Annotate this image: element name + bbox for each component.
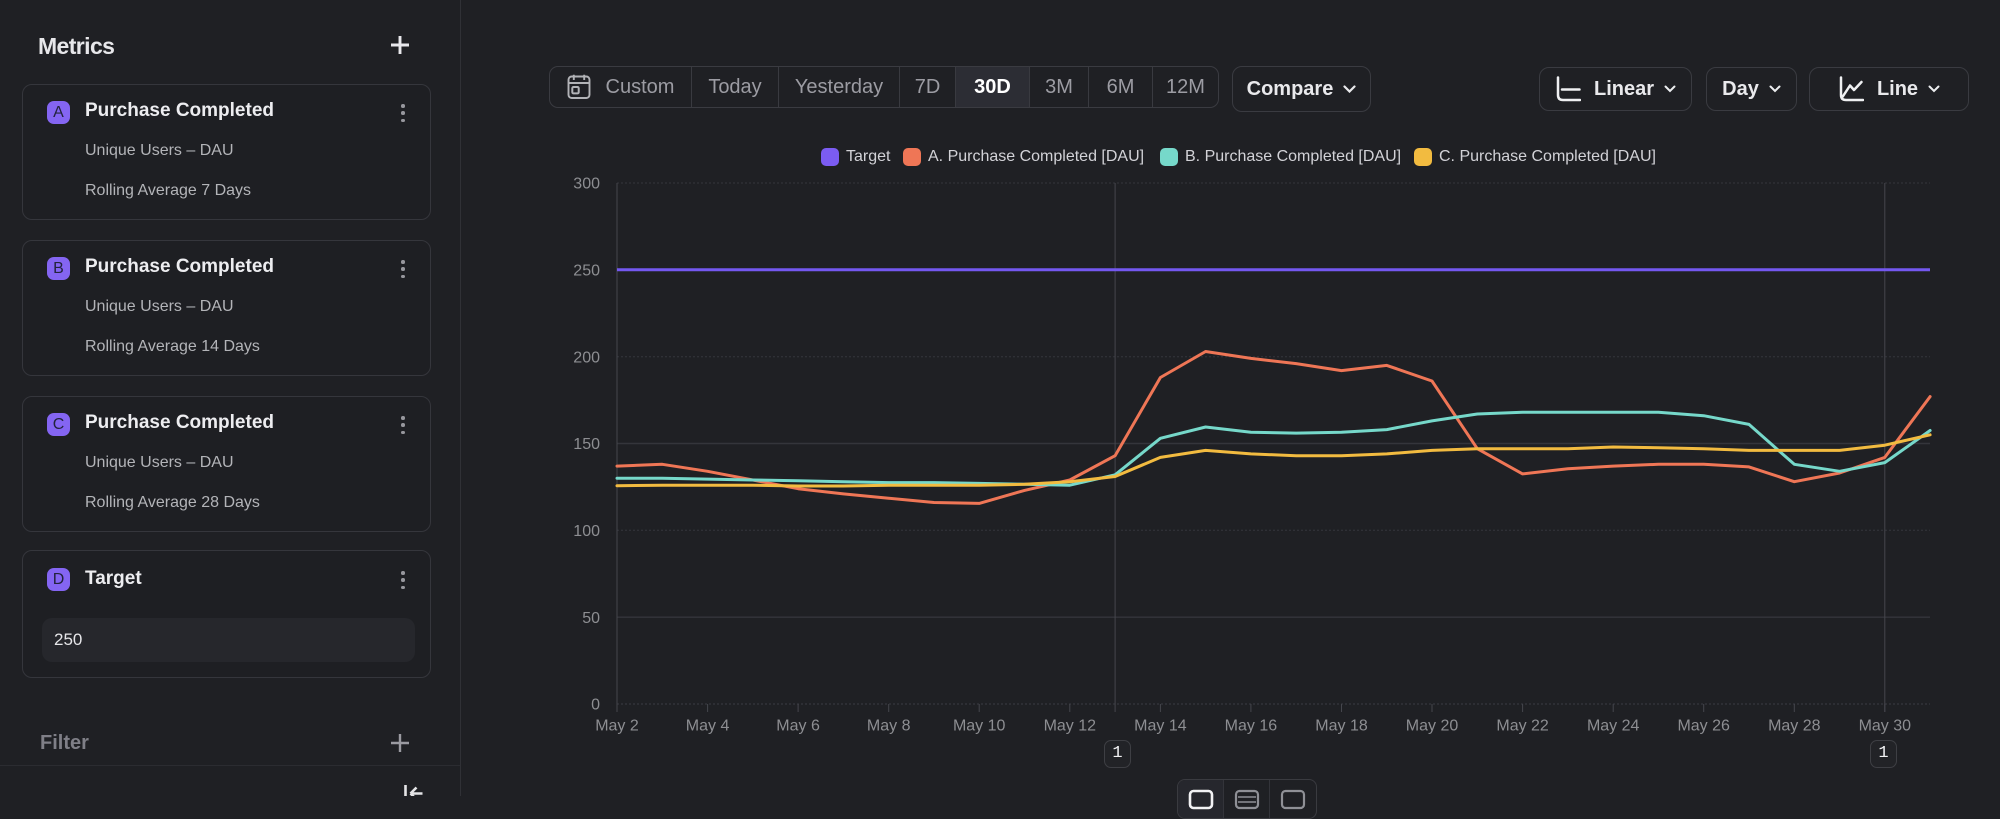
svg-text:May 18: May 18 — [1315, 718, 1368, 735]
svg-text:May 22: May 22 — [1496, 718, 1549, 735]
svg-text:May 24: May 24 — [1587, 718, 1640, 735]
svg-text:100: 100 — [573, 523, 600, 540]
svg-text:May 4: May 4 — [686, 718, 730, 735]
svg-text:0: 0 — [591, 697, 600, 714]
svg-text:50: 50 — [582, 610, 600, 627]
svg-text:May 16: May 16 — [1225, 718, 1278, 735]
svg-text:150: 150 — [573, 436, 600, 453]
svg-text:May 26: May 26 — [1677, 718, 1730, 735]
svg-text:May 12: May 12 — [1044, 718, 1097, 735]
svg-text:200: 200 — [573, 349, 600, 366]
svg-text:May 8: May 8 — [867, 718, 911, 735]
svg-text:May 30: May 30 — [1859, 718, 1912, 735]
svg-text:May 2: May 2 — [595, 718, 639, 735]
svg-text:300: 300 — [573, 176, 600, 193]
svg-text:250: 250 — [573, 262, 600, 279]
svg-text:May 14: May 14 — [1134, 718, 1187, 735]
svg-text:May 6: May 6 — [776, 718, 820, 735]
svg-text:May 20: May 20 — [1406, 718, 1459, 735]
svg-text:May 10: May 10 — [953, 718, 1006, 735]
svg-text:May 28: May 28 — [1768, 718, 1821, 735]
